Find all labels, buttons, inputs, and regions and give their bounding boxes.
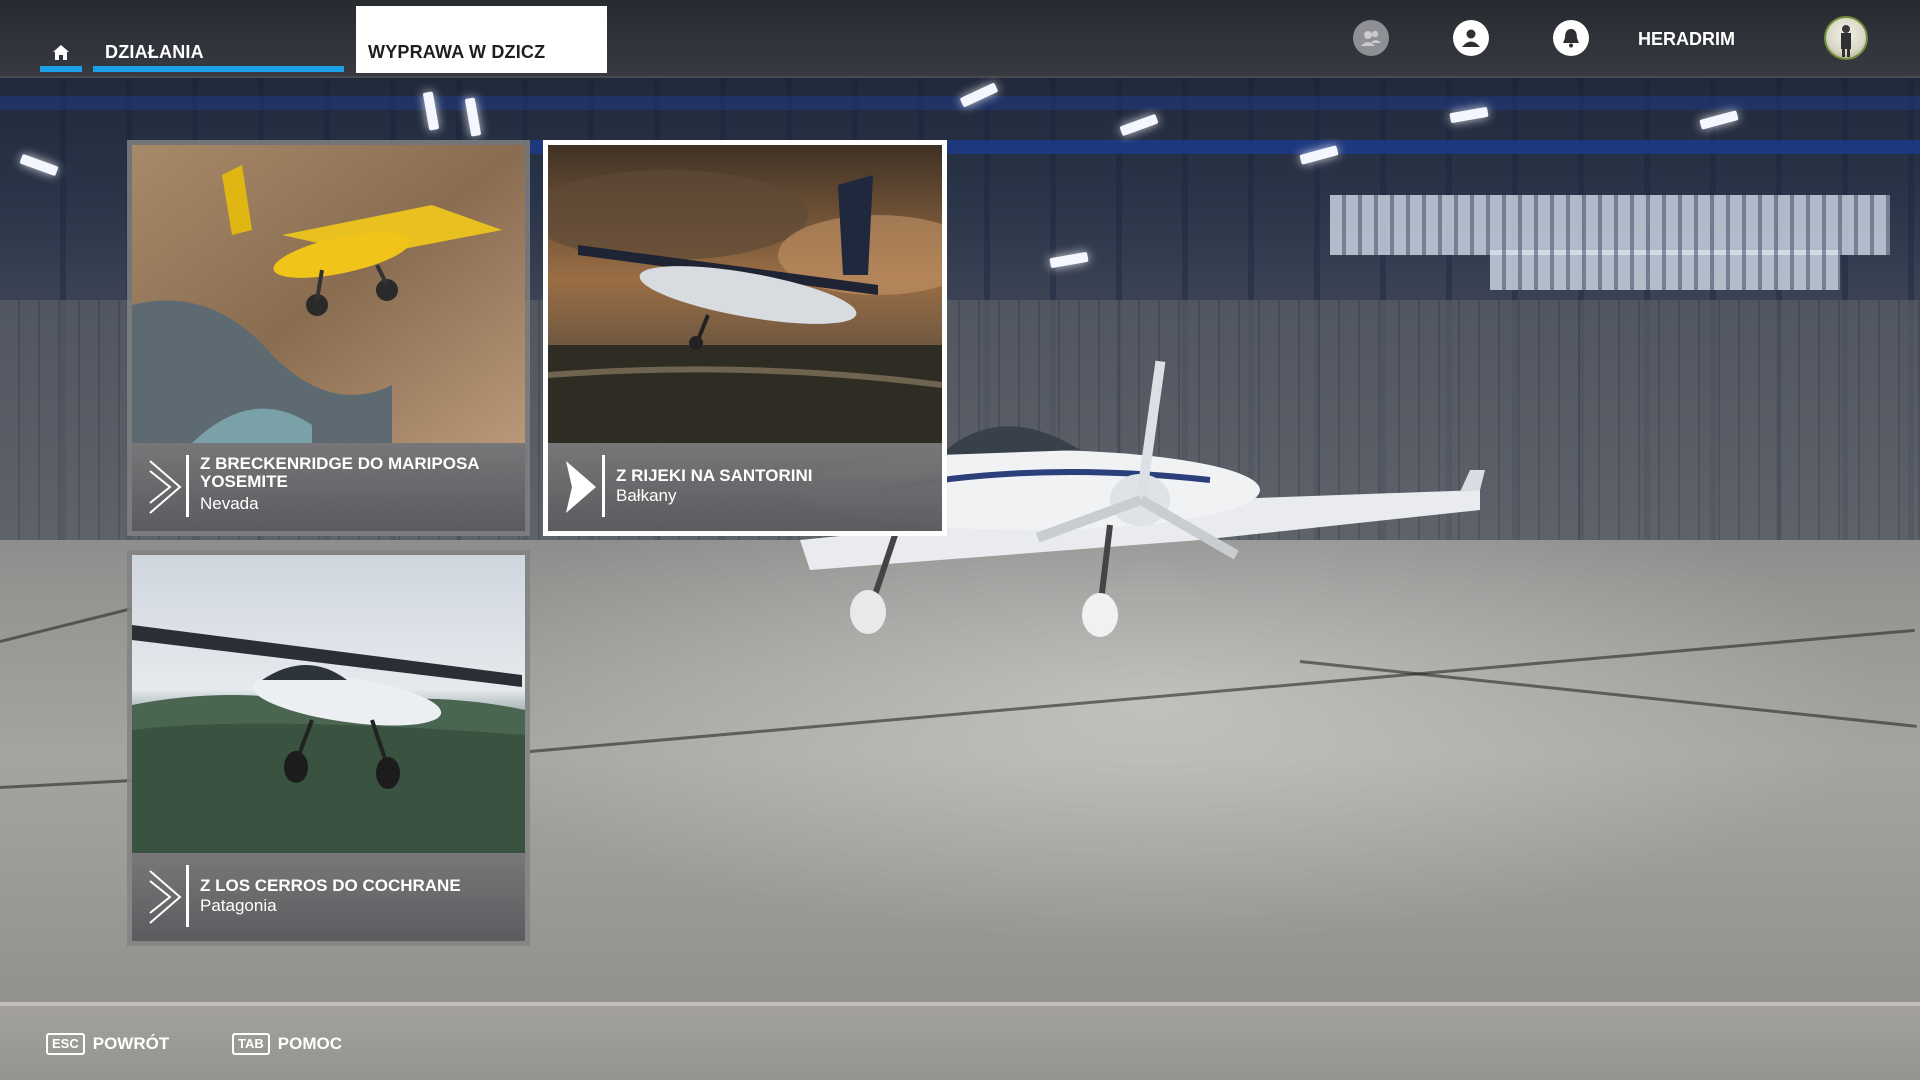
tab-dzialania[interactable]: DZIAŁANIA xyxy=(93,34,344,72)
mission-thumbnail xyxy=(132,555,525,853)
active-tab-indicator xyxy=(40,66,82,72)
back-hint[interactable]: ESC POWRÓT xyxy=(46,1033,169,1055)
mission-title: Z BRECKENRIDGE DO MARIPOSA YOSEMITE xyxy=(200,454,479,491)
mission-caption: Z RIJEKI NA SANTORINI Bałkany xyxy=(548,443,942,531)
tab-label: WYPRAWA W DZICZ xyxy=(368,42,546,62)
cessna-sunset-image xyxy=(548,145,942,443)
hangar-windows xyxy=(1330,195,1890,255)
tab-label: DZIAŁANIA xyxy=(105,42,204,62)
mission-region: Nevada xyxy=(200,494,259,513)
mission-card[interactable]: Z RIJEKI NA SANTORINI Bałkany xyxy=(543,140,947,536)
mission-caption: Z BRECKENRIDGE DO MARIPOSA YOSEMITE Neva… xyxy=(132,443,525,531)
top-navigation-bar: DZIAŁANIA WYPRAWA W DZICZ HERADRIM xyxy=(0,0,1920,78)
white-plane-image xyxy=(132,555,525,853)
chevron-right-icon xyxy=(149,870,182,924)
help-label: POMOC xyxy=(277,1034,342,1053)
mission-title: Z RIJEKI NA SANTORINI xyxy=(616,466,813,485)
mission-caption: Z LOS CERROS DO COCHRANE Patagonia xyxy=(132,853,525,941)
mission-region: Patagonia xyxy=(200,896,277,915)
home-icon xyxy=(53,45,69,60)
avatar-figure-icon xyxy=(1841,25,1851,57)
caption-divider xyxy=(602,455,605,517)
mission-card[interactable]: Z LOS CERROS DO COCHRANE Patagonia xyxy=(127,550,530,946)
chevron-right-icon xyxy=(149,460,182,514)
tab-wyprawa-w-dzicz[interactable]: WYPRAWA W DZICZ xyxy=(356,6,607,73)
friends-button[interactable] xyxy=(1353,20,1389,56)
friends-icon xyxy=(1361,30,1381,46)
profile-icon xyxy=(1462,29,1480,47)
mission-card[interactable]: Z BRECKENRIDGE DO MARIPOSA YOSEMITE Neva… xyxy=(127,140,530,536)
hangar-windows xyxy=(1490,250,1840,290)
caption-divider xyxy=(186,865,189,927)
username[interactable]: HERADRIM xyxy=(1638,29,1735,50)
chevron-right-icon xyxy=(566,461,596,513)
avatar[interactable] xyxy=(1824,16,1868,60)
notifications-button[interactable] xyxy=(1553,20,1589,56)
mission-region: Bałkany xyxy=(616,486,677,505)
back-label: POWRÓT xyxy=(92,1034,170,1053)
mission-thumbnail xyxy=(132,145,525,443)
yellow-plane-image xyxy=(132,145,525,443)
mission-title: Z LOS CERROS DO COCHRANE xyxy=(200,876,461,895)
mission-thumbnail xyxy=(548,145,942,443)
caption-divider xyxy=(186,455,189,517)
home-button[interactable] xyxy=(40,34,82,72)
active-tab-indicator xyxy=(93,66,344,72)
esc-key-icon: ESC xyxy=(46,1033,85,1055)
help-hint[interactable]: TAB POMOC xyxy=(232,1033,342,1055)
tab-key-icon: TAB xyxy=(232,1033,270,1055)
bottom-hint-bar: ESC POWRÓT TAB POMOC xyxy=(0,1002,1920,1080)
bell-icon xyxy=(1563,29,1579,48)
profile-button[interactable] xyxy=(1453,20,1489,56)
